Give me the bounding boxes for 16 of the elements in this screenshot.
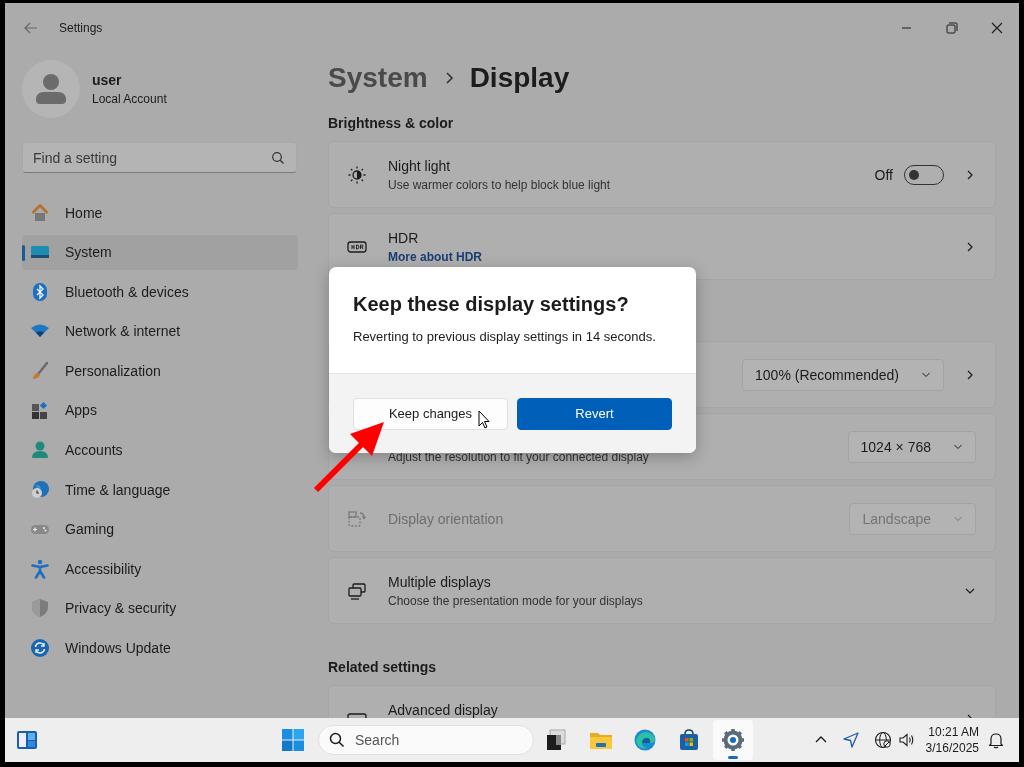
dialog-title: Keep these display settings? xyxy=(353,293,630,316)
section-heading: Brightness & color xyxy=(328,114,455,133)
setting-title: Display orientation xyxy=(388,509,505,528)
section-heading: Related settings xyxy=(328,658,438,677)
setting-description: Choose the presentation mode for your displays xyxy=(388,592,644,609)
account-type: Local Account xyxy=(92,92,167,106)
setting-title: Multiple displays xyxy=(388,572,492,591)
window-title: Settings xyxy=(59,21,103,35)
setting-title: HDR xyxy=(388,228,420,247)
user-name: user xyxy=(92,72,123,88)
toggle-state: Off xyxy=(874,166,893,183)
setting-title: Advanced display xyxy=(388,701,499,718)
dialog-message: Reverting to previous display settings in 14 seconds. xyxy=(353,329,657,344)
setting-description: Use warmer colors to help block blue light xyxy=(388,176,612,193)
setting-title: Night light xyxy=(388,156,452,175)
page-title: Display xyxy=(469,62,570,94)
